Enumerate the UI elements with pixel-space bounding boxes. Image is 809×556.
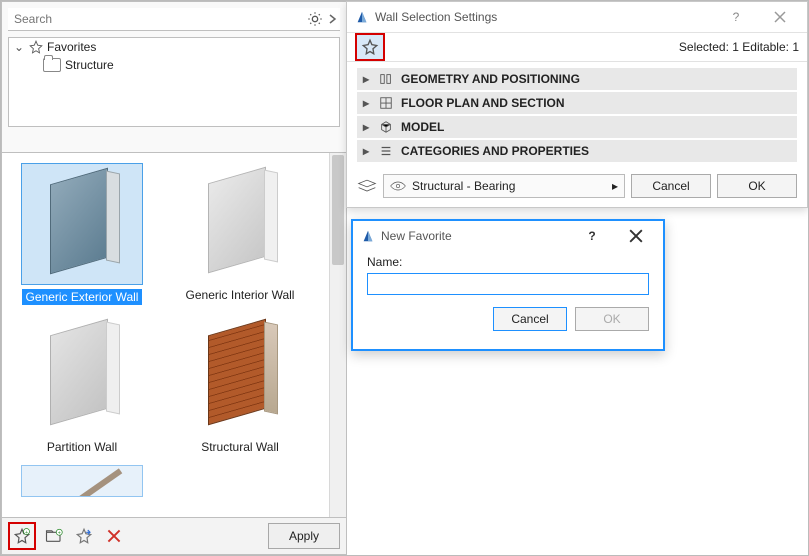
favorites-tree[interactable]: ⌄ Favorites Structure	[8, 37, 340, 127]
tree-root-label: Favorites	[47, 40, 96, 54]
favorite-label: Structural Wall	[197, 439, 283, 455]
app-icon	[355, 10, 369, 24]
gear-icon	[307, 11, 323, 27]
star-plus-icon: +	[13, 527, 31, 545]
star-icon	[361, 38, 379, 56]
chevron-right-icon: ▸	[363, 96, 371, 110]
favorite-item[interactable]: Structural Wall	[170, 315, 310, 455]
close-icon	[629, 229, 643, 243]
favorites-palette: ⌄ Favorites Structure Generic Exterior W…	[1, 1, 347, 555]
section-model[interactable]: ▸ MODEL	[357, 116, 797, 138]
name-label: Name:	[367, 255, 649, 269]
apply-button[interactable]: Apply	[268, 523, 340, 549]
folder-icon	[43, 58, 61, 72]
favorite-item[interactable]: Generic Interior Wall	[170, 163, 310, 305]
close-button[interactable]	[617, 222, 655, 250]
section-label: GEOMETRY AND POSITIONING	[401, 72, 580, 86]
new-folder-button[interactable]: +	[42, 524, 66, 548]
cancel-label: Cancel	[652, 179, 689, 193]
name-input[interactable]	[367, 273, 649, 295]
dialog-titlebar[interactable]: New Favorite ?	[353, 221, 663, 251]
question-icon: ?	[733, 10, 740, 24]
star-icon	[29, 40, 43, 54]
dialog-title: New Favorite	[381, 229, 452, 243]
settings-gear-button[interactable]	[304, 8, 326, 30]
favorite-thumb	[180, 315, 300, 435]
collapse-icon[interactable]: ⌄	[13, 40, 25, 54]
favorites-toggle-button[interactable]	[355, 33, 385, 61]
scrollbar[interactable]	[329, 153, 346, 518]
close-icon	[774, 11, 786, 23]
close-button[interactable]	[761, 3, 799, 31]
favorite-label: Partition Wall	[43, 439, 121, 455]
scrollbar-thumb[interactable]	[332, 155, 344, 265]
ok-label: OK	[748, 179, 765, 193]
layer-name: Structural - Bearing	[412, 179, 515, 193]
app-icon	[361, 229, 375, 243]
wall-settings-window: Wall Selection Settings ? Selected: 1 Ed…	[346, 1, 808, 208]
help-button[interactable]: ?	[717, 3, 755, 31]
chevron-right-icon	[329, 14, 337, 24]
settings-sections: ▸ GEOMETRY AND POSITIONING ▸ FLOOR PLAN …	[347, 62, 807, 170]
model-icon	[379, 120, 393, 134]
list-icon	[379, 144, 393, 158]
tree-item-structure[interactable]: Structure	[9, 56, 339, 74]
redefine-favorite-button[interactable]	[72, 524, 96, 548]
chevron-right-icon: ▸	[363, 144, 371, 158]
favorite-label: Generic Interior Wall	[182, 287, 299, 303]
ok-button[interactable]: OK	[717, 174, 797, 198]
chevron-right-icon: ▸	[363, 120, 371, 134]
cancel-button[interactable]: Cancel	[631, 174, 711, 198]
folder-plus-icon: +	[45, 528, 63, 544]
favorite-item[interactable]	[12, 465, 152, 497]
floorplan-icon	[379, 96, 393, 110]
help-button[interactable]: ?	[573, 222, 611, 250]
favorite-thumb	[21, 465, 143, 497]
section-label: CATEGORIES AND PROPERTIES	[401, 144, 589, 158]
svg-text:+: +	[25, 530, 28, 536]
favorite-thumb	[180, 163, 300, 283]
layers-icon	[357, 178, 377, 194]
svg-text:+: +	[58, 531, 61, 537]
settings-titlebar[interactable]: Wall Selection Settings ?	[347, 2, 807, 32]
palette-toolbar: + + Apply	[2, 517, 346, 554]
x-icon	[106, 528, 122, 544]
layer-selector[interactable]: Structural - Bearing ▸	[383, 174, 625, 198]
favorite-label: Generic Exterior Wall	[22, 289, 143, 305]
search-input[interactable]	[8, 8, 304, 30]
favorites-thumbnail-area: Generic Exterior Wall Generic Interior W…	[2, 152, 346, 518]
tree-root-favorites[interactable]: ⌄ Favorites	[9, 38, 339, 56]
cancel-button[interactable]: Cancel	[493, 307, 567, 331]
new-favorite-button[interactable]: +	[8, 522, 36, 550]
favorite-thumb	[21, 163, 143, 285]
section-label: FLOOR PLAN AND SECTION	[401, 96, 565, 110]
selection-status: Selected: 1 Editable: 1	[679, 40, 799, 54]
section-floorplan[interactable]: ▸ FLOOR PLAN AND SECTION	[357, 92, 797, 114]
section-label: MODEL	[401, 120, 444, 134]
settings-sub-toolbar: Selected: 1 Editable: 1	[347, 32, 807, 62]
eye-icon	[390, 181, 406, 191]
star-arrow-icon	[75, 527, 93, 545]
geometry-icon	[379, 72, 393, 86]
favorite-thumb	[22, 315, 142, 435]
chevron-right-icon: ▸	[363, 72, 371, 86]
cancel-label: Cancel	[511, 312, 548, 326]
new-favorite-dialog: New Favorite ? Name: Cancel OK	[351, 219, 665, 351]
settings-footer: Structural - Bearing ▸ Cancel OK	[347, 170, 807, 206]
tree-item-label: Structure	[65, 58, 114, 72]
apply-label: Apply	[289, 529, 319, 543]
ok-button[interactable]: OK	[575, 307, 649, 331]
settings-title: Wall Selection Settings	[375, 10, 497, 24]
chevron-right-icon: ▸	[612, 179, 618, 193]
ok-label: OK	[603, 312, 620, 326]
favorite-item[interactable]: Partition Wall	[12, 315, 152, 455]
section-categories[interactable]: ▸ CATEGORIES AND PROPERTIES	[357, 140, 797, 162]
delete-button[interactable]	[102, 524, 126, 548]
favorite-item[interactable]: Generic Exterior Wall	[12, 163, 152, 305]
section-geometry[interactable]: ▸ GEOMETRY AND POSITIONING	[357, 68, 797, 90]
expand-button[interactable]	[326, 8, 340, 30]
